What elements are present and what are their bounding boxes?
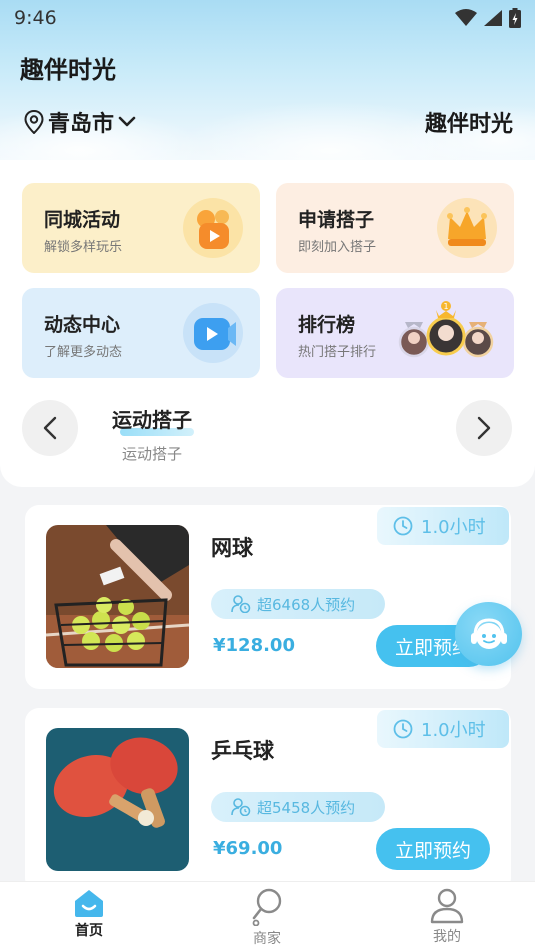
booked-count-text: 超6468人预约 — [257, 595, 356, 614]
duration-badge: 1.0小时 — [377, 710, 509, 748]
city-selector[interactable]: 青岛市 — [24, 106, 136, 138]
tennis-thumbnail — [46, 525, 189, 668]
location-pin-icon — [24, 110, 44, 134]
tile-title: 排行榜 — [298, 314, 356, 336]
chevron-down-icon — [118, 116, 136, 127]
customer-service-button[interactable] — [455, 602, 522, 666]
chevron-right-icon — [477, 416, 491, 440]
product-name: 乒乓球 — [211, 739, 274, 763]
chevron-left-icon — [43, 416, 57, 440]
clock-icon — [393, 719, 413, 739]
home-icon — [75, 890, 103, 917]
status-bar: 9:46 — [0, 0, 535, 36]
tab-label: 首页 — [75, 923, 103, 939]
tile-title: 申请搭子 — [298, 209, 375, 231]
racket-icon — [252, 888, 282, 926]
user-clock-icon — [231, 595, 251, 613]
headset-icon — [470, 618, 507, 649]
ranking-avatars-icon: 1 — [398, 301, 494, 358]
product-card[interactable]: 乒乓球 1.0小时 超5458人预约 ¥69.00 立即预约 — [25, 708, 511, 892]
crown-icon — [437, 198, 497, 258]
booked-count-badge: 超6468人预约 — [211, 589, 385, 619]
tab-merchants[interactable]: 商家 — [222, 888, 312, 948]
tab-home[interactable]: 首页 — [44, 888, 134, 940]
product-price: ¥128.00 — [213, 635, 295, 656]
tile-title: 动态中心 — [44, 314, 121, 336]
status-time: 9:46 — [14, 7, 57, 29]
product-card[interactable]: 网球 1.0小时 超6468人预约 ¥128.00 立即预约 — [25, 505, 511, 689]
bottom-tab-bar: 首页 商家 我的 — [0, 881, 535, 951]
duration-badge: 1.0小时 — [377, 507, 509, 545]
tile-apply-partner[interactable]: 申请搭子 即刻加入搭子 — [276, 183, 514, 273]
product-price: ¥69.00 — [213, 838, 283, 859]
tile-subtitle: 即刻加入搭子 — [298, 240, 377, 255]
main-card: 同城活动 解锁多样玩乐 申请搭子 即刻加入搭子 动态中心 了解更多动态 排行榜 … — [0, 160, 535, 487]
user-clock-icon — [231, 798, 251, 816]
tab-mine[interactable]: 我的 — [402, 888, 492, 946]
city-name: 青岛市 — [48, 112, 115, 137]
tile-city-activity[interactable]: 同城活动 解锁多样玩乐 — [22, 183, 260, 273]
category-title: 运动搭子 — [112, 408, 192, 432]
tile-dynamic-center[interactable]: 动态中心 了解更多动态 — [22, 288, 260, 378]
tile-subtitle: 热门搭子排行 — [298, 345, 377, 360]
booked-count-text: 超5458人预约 — [257, 798, 356, 817]
tab-label: 商家 — [253, 931, 281, 947]
tile-title: 同城活动 — [44, 209, 121, 231]
duration-text: 1.0小时 — [421, 517, 486, 538]
clock-icon — [393, 516, 413, 536]
rank-badge-number: 1 — [443, 302, 448, 311]
duration-text: 1.0小时 — [421, 720, 486, 741]
play-icon — [183, 303, 243, 363]
user-icon — [430, 888, 464, 924]
brand-label: 趣伴时光 — [424, 112, 513, 137]
app-title: 趣伴时光 — [20, 56, 116, 84]
status-icons — [455, 8, 521, 28]
signal-icon — [484, 10, 502, 26]
tab-label: 我的 — [433, 929, 461, 945]
product-name: 网球 — [211, 536, 253, 560]
pingpong-thumbnail — [46, 728, 189, 871]
category-subtitle: 运动搭子 — [122, 445, 183, 463]
wifi-icon — [455, 9, 477, 26]
tile-ranking[interactable]: 排行榜 热门搭子排行 1 — [276, 288, 514, 378]
activity-icon — [183, 198, 243, 258]
booked-count-badge: 超5458人预约 — [211, 792, 385, 822]
tile-subtitle: 解锁多样玩乐 — [44, 240, 123, 255]
book-now-button[interactable]: 立即预约 — [376, 828, 490, 870]
next-category-button[interactable] — [456, 400, 512, 456]
prev-category-button[interactable] — [22, 400, 78, 456]
battery-icon — [509, 8, 521, 28]
tile-subtitle: 了解更多动态 — [44, 345, 123, 360]
